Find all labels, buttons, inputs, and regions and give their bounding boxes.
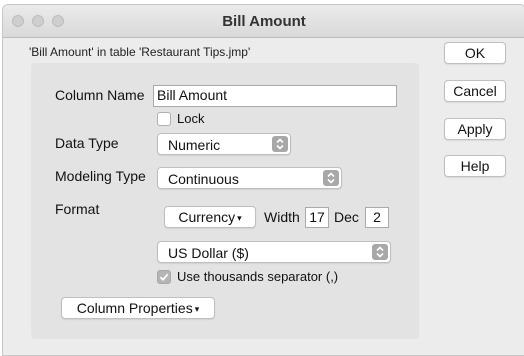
up-down-chevron-icon — [272, 136, 288, 152]
lock-checkbox[interactable] — [157, 112, 171, 126]
column-properties-label: Column Properties — [76, 300, 193, 316]
column-name-input[interactable]: Bill Amount — [153, 85, 397, 107]
apply-button[interactable]: Apply — [444, 118, 506, 140]
checkmark-icon — [159, 273, 169, 282]
width-label: Width — [264, 209, 300, 225]
up-down-chevron-icon — [323, 170, 339, 186]
up-down-chevron-icon — [372, 244, 388, 260]
modeling-type-select[interactable]: Continuous — [157, 167, 342, 189]
modeling-type-label: Modeling Type — [55, 168, 146, 184]
dialog-window: Bill Amount 'Bill Amount' in table 'Rest… — [2, 4, 524, 356]
column-settings-panel: Column Name Bill Amount Lock Data Type N… — [31, 63, 419, 339]
currency-select[interactable]: US Dollar ($) — [157, 241, 391, 263]
data-type-label: Data Type — [55, 135, 119, 151]
column-name-label: Column Name — [55, 87, 145, 103]
data-type-value: Numeric — [168, 137, 221, 153]
dec-input[interactable]: 2 — [365, 207, 389, 228]
format-label: Format — [55, 201, 100, 217]
help-button[interactable]: Help — [444, 155, 506, 177]
title-bar[interactable]: Bill Amount — [3, 5, 524, 38]
thousands-separator-checkbox[interactable] — [157, 270, 171, 284]
window-title: Bill Amount — [222, 13, 306, 30]
modeling-type-value: Continuous — [168, 171, 239, 187]
cancel-button[interactable]: Cancel — [444, 80, 506, 102]
format-select[interactable]: Currency ▾ — [164, 206, 256, 228]
format-value: Currency — [178, 209, 236, 225]
ok-button[interactable]: OK — [444, 42, 506, 64]
dropdown-caret-icon: ▾ — [194, 304, 200, 314]
lock-label: Lock — [177, 111, 205, 126]
currency-value: US Dollar ($) — [168, 245, 249, 261]
data-type-select[interactable]: Numeric — [157, 133, 291, 155]
thousands-separator-label: Use thousands separator (,) — [177, 269, 339, 284]
dec-label: Dec — [334, 209, 359, 225]
width-input[interactable]: 17 — [305, 207, 329, 228]
column-context-label: 'Bill Amount' in table 'Restaurant Tips.… — [29, 45, 251, 59]
dropdown-caret-icon: ▾ — [237, 213, 242, 223]
column-properties-button[interactable]: Column Properties ▾ — [61, 297, 215, 319]
